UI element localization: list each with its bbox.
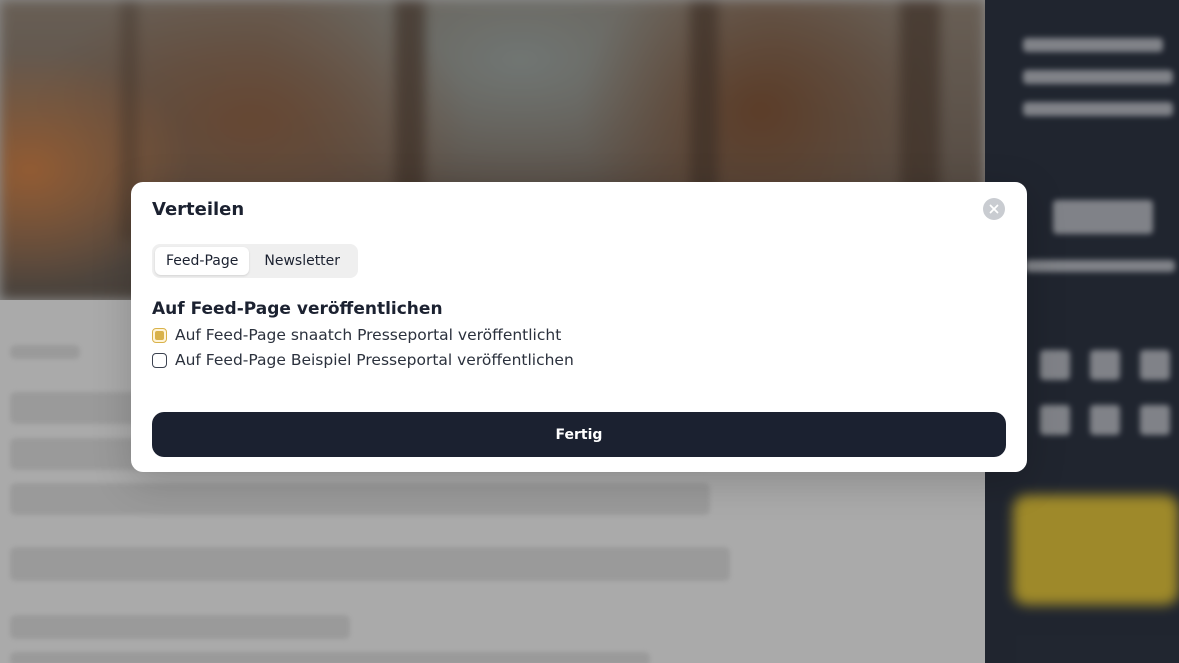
tab-label: Newsletter [264,253,341,269]
option-snaatch-presseportal[interactable]: Auf Feed-Page snaatch Presseportal veröf… [152,325,561,345]
checkbox-checked[interactable] [152,327,167,343]
option-label: Auf Feed-Page snaatch Presseportal veröf… [175,326,562,344]
distribution-tabs: Feed-Page Newsletter [152,244,358,278]
close-button[interactable] [983,198,1005,220]
tab-feed-page[interactable]: Feed-Page [155,247,250,275]
screen: Verteilen Feed-Page Newsletter Auf Feed-… [0,0,1179,663]
checkbox-unchecked[interactable] [152,352,167,368]
dialog-title: Verteilen [152,199,245,220]
tab-newsletter[interactable]: Newsletter [253,247,351,275]
section-title: Auf Feed-Page veröffentlichen [152,299,443,319]
distribute-dialog: Verteilen Feed-Page Newsletter Auf Feed-… [131,182,1027,472]
tab-label: Feed-Page [166,253,239,269]
close-icon [989,204,999,214]
option-label: Auf Feed-Page Beispiel Presseportal verö… [175,351,574,369]
option-beispiel-presseportal[interactable]: Auf Feed-Page Beispiel Presseportal verö… [152,350,574,370]
done-button[interactable]: Fertig [152,412,1006,457]
